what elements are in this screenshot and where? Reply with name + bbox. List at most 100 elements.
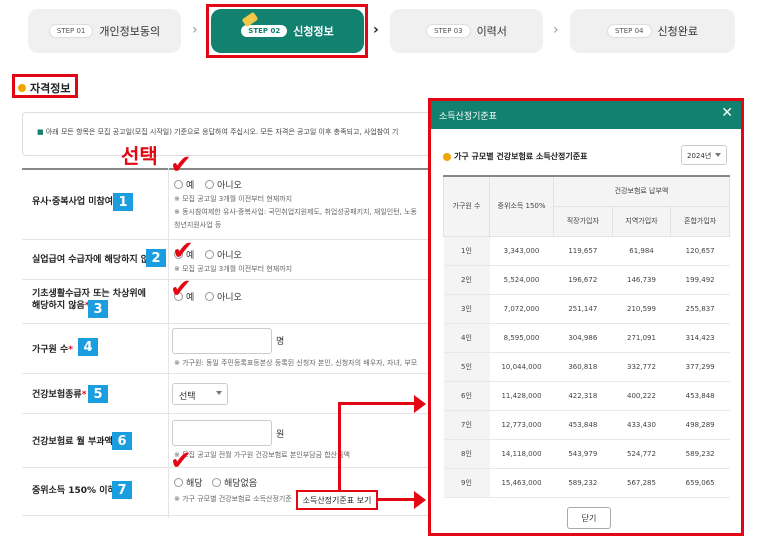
table-cell: 199,492 [670, 265, 730, 295]
income-table: 가구원 수 중위소득 150% 건강보험료 납부액 직장가입자 지역가입자 혼합… [443, 175, 730, 498]
chevron-down-icon [715, 153, 721, 157]
check-mark-icon: ✔ [170, 274, 192, 304]
th-members: 가구원 수 [443, 175, 490, 237]
chevron-right-icon: › [192, 22, 198, 38]
table-cell: 589,232 [670, 439, 730, 469]
row-5-label: 건강보험종류* [32, 390, 87, 400]
table-cell: 15,463,000 [489, 468, 554, 498]
table-cell: 4인 [443, 323, 490, 353]
th-median: 중위소득 150% [489, 175, 554, 237]
premium-input[interactable] [172, 420, 272, 446]
table-cell: 332,772 [612, 352, 671, 382]
table-cell: 7,072,000 [489, 294, 554, 324]
th-regional: 지역가입자 [611, 205, 672, 237]
premium-unit: 원 [276, 430, 285, 440]
table-cell: 146,739 [612, 265, 671, 295]
table-cell: 2인 [443, 265, 490, 295]
table-cell: 543,979 [553, 439, 613, 469]
table-cell: 11,428,000 [489, 381, 554, 411]
table-cell: 400,222 [612, 381, 671, 411]
chevron-down-icon [216, 391, 222, 395]
table-cell: 589,232 [553, 468, 613, 498]
table-cell: 61,984 [612, 236, 671, 266]
step-4-pill: STEP 04 [607, 24, 652, 38]
select-annotation: 선택 [121, 144, 158, 168]
income-standard-modal: 소득산정기준표 ✕ 가구 규모별 건강보험료 소득산정기준표 2024년 가구원… [428, 98, 744, 536]
notice-box: ■ 아래 모든 항목은 모집 공고일(모집 시작일) 기준으로 응답하여 주십시… [22, 112, 442, 156]
radio-row3-no[interactable]: 아니오 [205, 290, 242, 303]
table-cell: 3,343,000 [489, 236, 554, 266]
income-standard-button[interactable]: 소득산정기준표 보기 [296, 490, 378, 510]
step-4[interactable]: STEP 04 신청완료 [570, 9, 735, 53]
notice-text: 아래 모든 항목은 모집 공고일(모집 시작일) 기준으로 응답하여 주십시오.… [45, 128, 399, 136]
table-cell: 120,657 [670, 236, 730, 266]
arrow-head-icon [414, 395, 426, 413]
step-4-label: 신청완료 [657, 25, 698, 38]
table-cell: 314,423 [670, 323, 730, 353]
table-cell: 210,599 [612, 294, 671, 324]
row-7-hint: ※ 가구 규모별 건강보험료 소득산정기준 [174, 495, 292, 503]
check-mark-icon: ✔ [170, 446, 192, 476]
radio-row7-no[interactable]: 해당없음 [212, 476, 257, 489]
arrow-head-icon [414, 491, 426, 509]
modal-close-button[interactable]: 닫기 [567, 507, 611, 529]
arrow-line [338, 404, 341, 490]
insurance-type-select[interactable]: 선택 [172, 383, 228, 405]
table-row: 3인 7,072,000 251,147 210,599 255,837 [443, 294, 730, 324]
chevron-right-icon: › [553, 22, 559, 38]
table-cell: 659,065 [670, 468, 730, 498]
close-icon[interactable]: ✕ [721, 105, 733, 121]
arrow-line [338, 402, 414, 405]
table-cell: 433,430 [612, 410, 671, 440]
step-3[interactable]: STEP 03 이력서 [390, 9, 543, 53]
row-6-label: 건강보험료 월 부과액* [32, 437, 118, 447]
num-badge-5: 5 [88, 385, 108, 403]
table-cell: 12,773,000 [489, 410, 554, 440]
table-cell: 255,837 [670, 294, 730, 324]
table-row: 5인 10,044,000 360,818 332,772 377,299 [443, 352, 730, 382]
num-badge-2: 2 [146, 249, 166, 267]
radio-row2-no[interactable]: 아니오 [205, 248, 242, 261]
num-badge-1: 1 [113, 193, 133, 211]
table-cell: 377,299 [670, 352, 730, 382]
table-cell: 5인 [443, 352, 490, 382]
table-cell: 1인 [443, 236, 490, 266]
step-1-pill: STEP 01 [48, 24, 94, 38]
th-premium: 건강보험료 납부액 [553, 175, 730, 207]
row-7-label: 중위소득 150% 이하* [32, 486, 120, 496]
table-cell: 5,524,000 [489, 265, 554, 295]
radio-row7-yes[interactable]: 해당 [174, 476, 203, 489]
notice-bullet-icon: ■ [37, 128, 44, 136]
table-row: 8인 14,118,000 543,979 524,772 589,232 [443, 439, 730, 469]
table-cell: 14,118,000 [489, 439, 554, 469]
row-6-hint: ※ 모집 공고일 전월 가구원 건강보험료 본인부담금 합산금액 [174, 451, 351, 459]
row-1-hint-3: 청년지원사업 등 [174, 221, 222, 229]
table-cell: 524,772 [612, 439, 671, 469]
table-cell: 3인 [443, 294, 490, 324]
radio-row1-no[interactable]: 아니오 [205, 178, 242, 191]
table-cell: 7인 [443, 410, 490, 440]
step-1[interactable]: STEP 01 개인정보동의 [28, 9, 181, 53]
modal-title: 소득산정기준표 [439, 111, 497, 122]
table-cell: 6인 [443, 381, 490, 411]
household-size-input[interactable] [172, 328, 272, 354]
row-4-hint: ※ 가구원: 동일 주민등록표등본상 등록된 신청자 본인, 신청자의 배우자,… [174, 359, 418, 367]
row-2-label: 실업급여 수급자에 해당하지 않음* [32, 255, 162, 265]
step-3-label: 이력서 [476, 25, 507, 38]
table-cell: 8,595,000 [489, 323, 554, 353]
table-cell: 10,044,000 [489, 352, 554, 382]
th-mixed: 혼합가입자 [670, 205, 730, 237]
table-cell: 119,657 [553, 236, 613, 266]
table-cell: 271,091 [612, 323, 671, 353]
table-cell: 360,818 [553, 352, 613, 382]
bullet-icon [443, 152, 451, 161]
num-badge-7: 7 [112, 481, 132, 499]
step-1-label: 개인정보동의 [99, 25, 161, 38]
th-employee: 직장가입자 [553, 205, 613, 237]
table-cell: 498,289 [670, 410, 730, 440]
step-3-pill: STEP 03 [426, 24, 471, 38]
year-select[interactable]: 2024년 [681, 145, 727, 165]
num-badge-6: 6 [112, 432, 132, 450]
table-row: 6인 11,428,000 422,318 400,222 453,848 [443, 381, 730, 411]
table-row: 9인 15,463,000 589,232 567,285 659,065 [443, 468, 730, 498]
